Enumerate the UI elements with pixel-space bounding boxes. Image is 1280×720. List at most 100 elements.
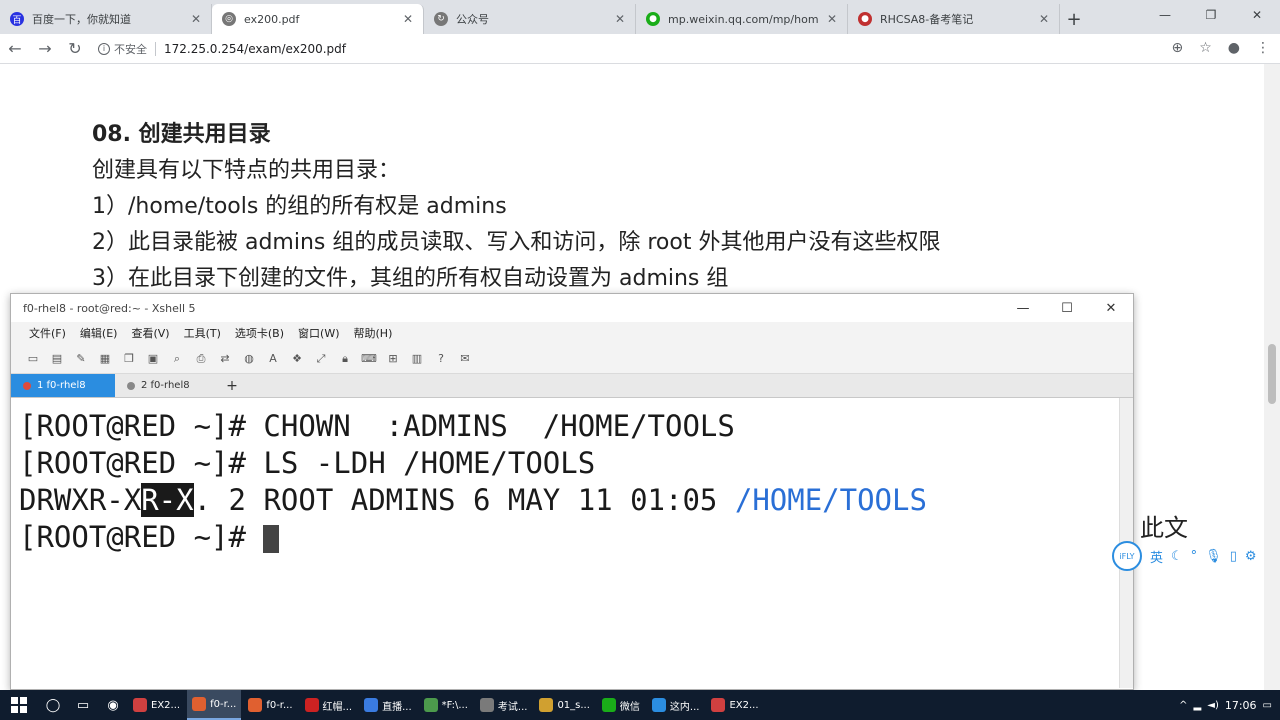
windows-taskbar: ◯ ▭ ◉ EX2... f0-r... f0-r... 红帽... 直播...… [0, 690, 1280, 720]
taskbar-item-active[interactable]: f0-r... [187, 690, 242, 720]
close-tab-icon[interactable]: ✕ [827, 12, 837, 26]
close-tab-icon[interactable]: ✕ [403, 12, 413, 26]
xshell-window-controls: — ☐ ✕ [1001, 294, 1133, 322]
app-icon [304, 698, 319, 712]
close-tab-icon[interactable]: ✕ [1039, 12, 1049, 26]
terminal-line: [ROOT@RED ~]# LS -LDH /HOME/TOOLS [19, 446, 596, 480]
menu-help[interactable]: 帮助(H) [354, 325, 393, 341]
loading-icon: ↻ [434, 12, 448, 26]
app-icon[interactable]: ◉ [98, 690, 128, 720]
session-tab-1[interactable]: 1 f0-rhel8 [11, 374, 115, 397]
volume-icon[interactable]: ◄) [1207, 700, 1219, 711]
directory-name: /HOME/TOOLS [734, 483, 927, 517]
menu-kebab-icon[interactable]: ⋮ [1256, 40, 1270, 56]
new-session-icon[interactable]: ▭ [25, 351, 41, 367]
app-icon [364, 698, 379, 712]
notification-icon[interactable]: ▭ [1263, 700, 1272, 711]
close-icon[interactable]: ✕ [1089, 294, 1133, 322]
taskbar-item[interactable]: 直播... [359, 690, 417, 720]
network-icon[interactable]: ▂ [1194, 700, 1202, 711]
print-icon[interactable]: ⎙ [193, 351, 209, 367]
taskbar-item[interactable]: 微信 [597, 690, 645, 720]
chat-icon[interactable]: ✉ [457, 351, 473, 367]
menu-edit[interactable]: 编辑(E) [80, 325, 118, 341]
xshell-menubar: 文件(F) 编辑(E) 查看(V) 工具(T) 选项卡(B) 窗口(W) 帮助(… [11, 322, 1133, 344]
address-bar[interactable]: 172.25.0.254/exam/ex200.pdf [155, 41, 346, 56]
task-view-icon[interactable]: ▭ [68, 690, 98, 720]
minimize-icon[interactable]: — [1142, 0, 1188, 30]
permission-text: DRWXR-X [19, 483, 142, 517]
pdf-scrollbar[interactable] [1264, 64, 1280, 690]
fullscreen-icon[interactable]: ⤢ [313, 351, 329, 367]
transfer-icon[interactable]: ⇄ [217, 351, 233, 367]
lock-icon[interactable]: 🔒︎ [337, 351, 353, 367]
browser-tab-notes[interactable]: ● RHCSA8-备考笔记 ✕ [848, 4, 1060, 34]
moon-icon[interactable]: ☾ [1171, 549, 1183, 564]
taskbar-item[interactable]: EX2... [706, 690, 763, 720]
skin-icon[interactable]: ▯ [1230, 549, 1237, 564]
security-indicator[interactable]: i 不安全 [98, 41, 147, 57]
taskbar-item-label: f0-r... [210, 698, 237, 710]
start-button[interactable] [0, 690, 38, 720]
menu-file[interactable]: 文件(F) [29, 325, 66, 341]
app-icon [539, 698, 554, 712]
clock[interactable]: 17:06 [1225, 699, 1257, 712]
browser-tab-label: 百度一下，你就知道 [32, 13, 131, 26]
search-icon[interactable]: ◯ [38, 690, 68, 720]
scrollbar-thumb[interactable] [1268, 344, 1276, 404]
globe-icon[interactable]: ◍ [241, 351, 257, 367]
listing-text: . 2 ROOT ADMINS 6 MAY 11 01:05 [193, 483, 735, 517]
bookmark-star-icon[interactable]: ☆ [1199, 40, 1212, 56]
add-icon[interactable]: ⊞ [385, 351, 401, 367]
layout-icon[interactable]: ▥ [409, 351, 425, 367]
browser-tab-weixin[interactable]: ● mp.weixin.qq.com/mp/hom ✕ [636, 4, 848, 34]
new-tab-button[interactable]: + [1060, 4, 1088, 34]
browser-tab-gongzhonghao[interactable]: ↻ 公众号 ✕ [424, 4, 636, 34]
menu-tabs[interactable]: 选项卡(B) [235, 325, 284, 341]
back-icon[interactable]: ← [0, 39, 30, 58]
zoom-icon[interactable]: ⊕ [1171, 40, 1183, 56]
forward-icon[interactable]: → [30, 39, 60, 58]
close-tab-icon[interactable]: ✕ [191, 12, 201, 26]
browser-tab-baidu[interactable]: 百 百度一下，你就知道 ✕ [0, 4, 212, 34]
disconnect-icon[interactable]: ✎ [73, 351, 89, 367]
ifly-logo-icon[interactable]: iFLY [1112, 541, 1142, 571]
session-tab-2[interactable]: 2 f0-rhel8 [115, 374, 219, 397]
maximize-icon[interactable]: ☐ [1045, 294, 1089, 322]
ime-mode-toggle[interactable]: 英 [1150, 547, 1163, 566]
taskbar-item[interactable]: 01_s... [534, 690, 594, 720]
taskbar-item[interactable]: EX2... [128, 690, 185, 720]
browser-tab-pdf[interactable]: ◎ ex200.pdf ✕ [212, 4, 424, 34]
find-icon[interactable]: ⌕ [169, 351, 185, 367]
open-folder-icon[interactable]: ▤ [49, 351, 65, 367]
punctuation-icon[interactable]: ° [1191, 549, 1198, 564]
menu-tools[interactable]: 工具(T) [184, 325, 221, 341]
tray-chevron-icon[interactable]: ^ [1179, 700, 1187, 711]
help-icon[interactable]: ? [433, 351, 449, 367]
close-tab-icon[interactable]: ✕ [615, 12, 625, 26]
restore-icon[interactable]: ❐ [1188, 0, 1234, 30]
taskbar-item[interactable]: 这内... [647, 690, 705, 720]
terminal[interactable]: [ROOT@RED ~]# CHOWN :ADMINS /HOME/TOOLS … [11, 398, 1133, 688]
profile-avatar-icon[interactable]: ● [1228, 40, 1240, 56]
browser-actions: ⊕ ☆ ● ⋮ [1171, 40, 1270, 56]
keyboard-icon[interactable]: ⌨ [361, 351, 377, 367]
taskbar-item[interactable]: 红帽... [300, 690, 358, 720]
close-icon[interactable]: ✕ [1234, 0, 1280, 30]
taskbar-item[interactable]: *F:\... [419, 690, 473, 720]
section-title: 08. 创建共用目录 [92, 122, 271, 147]
script-icon[interactable]: ❖ [289, 351, 305, 367]
minimize-icon[interactable]: — [1001, 294, 1045, 322]
taskbar-item[interactable]: 考试... [475, 690, 533, 720]
settings-gear-icon[interactable]: ⚙ [1245, 549, 1257, 564]
menu-window[interactable]: 窗口(W) [298, 325, 339, 341]
paste-icon[interactable]: ▣ [145, 351, 161, 367]
reload-icon[interactable]: ↻ [60, 39, 90, 58]
properties-icon[interactable]: ▦ [97, 351, 113, 367]
font-icon[interactable]: A [265, 351, 281, 367]
menu-view[interactable]: 查看(V) [131, 325, 169, 341]
taskbar-item[interactable]: f0-r... [243, 690, 297, 720]
copy-icon[interactable]: ❐ [121, 351, 137, 367]
microphone-icon[interactable]: 🎙︎ [1205, 549, 1222, 564]
new-session-tab-button[interactable]: + [219, 374, 245, 397]
